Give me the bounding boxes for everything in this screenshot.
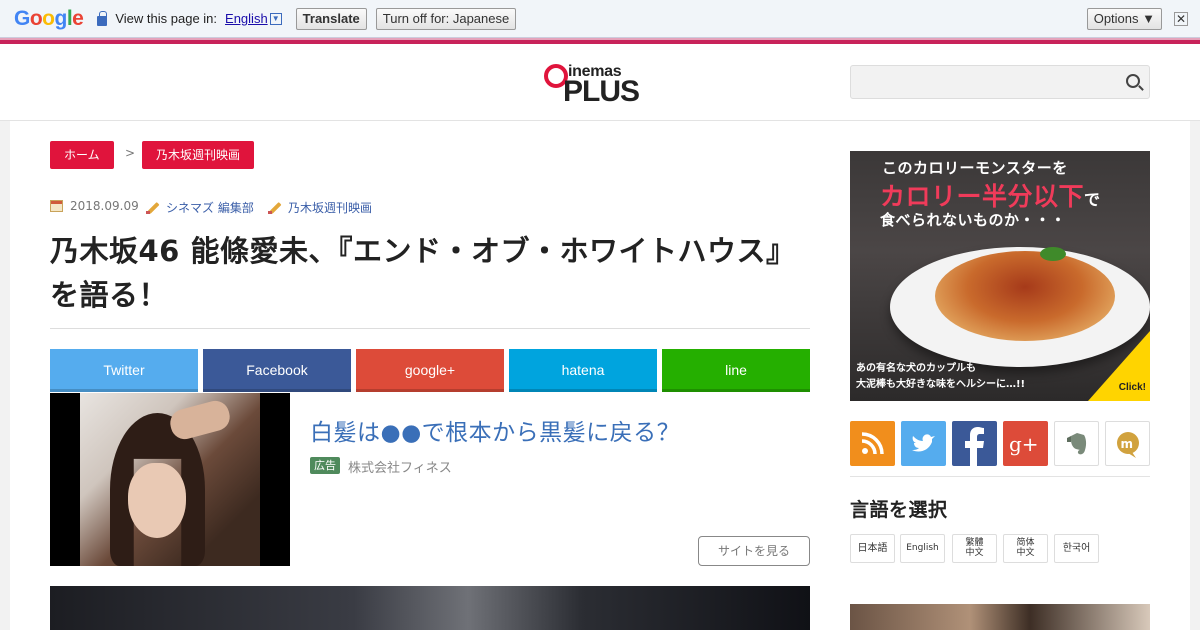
turn-off-button[interactable]: Turn off for: Japanese — [375, 7, 517, 30]
site-header: inemas PLUS — [0, 44, 1200, 121]
banner-caption-2: 大泥棒も大好きな味をヘルシーに…!! — [856, 379, 1026, 390]
logo-plus: PLUS — [563, 75, 640, 108]
calendar-icon — [50, 200, 63, 212]
divider — [50, 328, 810, 329]
facebook-icon[interactable] — [952, 421, 997, 466]
author-link[interactable]: シネマズ 編集部 — [166, 199, 254, 216]
twitter-icon[interactable] — [901, 421, 946, 466]
content-area: ホーム > 乃木坂週刊映画 2018.09.09 シネマズ 編集部 乃木坂週刊映… — [10, 121, 1190, 630]
banner-line-1: このカロリーモンスターを — [882, 159, 1068, 177]
banner-click-label: Click! — [1118, 382, 1146, 393]
share-line-button[interactable]: line — [662, 349, 810, 392]
ad-visit-button[interactable]: サイトを見る — [698, 536, 810, 566]
ad-sponsor: 株式会社フィネス — [348, 461, 452, 476]
language-dropdown-icon[interactable]: ▼ — [269, 12, 282, 25]
site-logo[interactable]: inemas PLUS — [543, 61, 643, 108]
post-author: シネマズ 編集部 — [145, 199, 254, 216]
ad-image[interactable] — [50, 393, 290, 566]
post-category: 乃木坂週刊映画 — [267, 199, 372, 216]
lang-simplified-chinese-label: 简体中文 — [1016, 538, 1035, 558]
share-hatena-button[interactable]: hatena — [509, 349, 657, 392]
lock-icon — [97, 10, 108, 26]
search-icon[interactable] — [1126, 74, 1140, 88]
banner-pasta — [935, 251, 1115, 341]
share-googleplus-button[interactable]: google+ — [356, 349, 504, 392]
share-twitter-button[interactable]: Twitter — [50, 349, 198, 392]
banner-herb — [1040, 247, 1066, 261]
lang-english-button[interactable]: English — [900, 534, 945, 563]
banner-line-3: 食べられないものか・・・ — [880, 211, 1067, 229]
breadcrumb-home[interactable]: ホーム — [50, 141, 114, 169]
translate-button[interactable]: Translate — [295, 7, 367, 30]
lang-simplified-chinese-button[interactable]: 简体中文 — [1003, 534, 1048, 563]
evernote-icon[interactable] — [1054, 421, 1099, 466]
lang-traditional-chinese-button[interactable]: 繁體中文 — [952, 534, 997, 563]
banner-line-2: カロリー半分以下で — [880, 177, 1101, 213]
breadcrumb-category[interactable]: 乃木坂週刊映画 — [142, 141, 255, 169]
svg-text:m: m — [1121, 437, 1134, 451]
lang-traditional-chinese-label: 繁體中文 — [965, 538, 984, 558]
share-facebook-button[interactable]: Facebook — [203, 349, 351, 392]
banner-caption-1: あの有名な犬のカップルも — [856, 363, 976, 374]
mixi-check-icon[interactable]: m — [1105, 421, 1150, 466]
breadcrumb-separator: > — [125, 146, 136, 160]
google-plus-icon[interactable]: g+ — [1003, 421, 1048, 466]
sidebar-article-image[interactable] — [850, 604, 1150, 630]
article-hero-image — [50, 586, 810, 630]
svg-text:g+: g+ — [1009, 432, 1039, 456]
google-logo: Google — [14, 6, 84, 30]
google-translate-bar: Google View this page in: English ▼ Tran… — [0, 0, 1200, 38]
banner-caption: あの有名な犬のカップルも 大泥棒も大好きな味をヘルシーに…!! — [856, 361, 1025, 393]
rss-icon[interactable] — [850, 421, 895, 466]
category-link[interactable]: 乃木坂週刊映画 — [288, 199, 372, 216]
search-input[interactable] — [850, 65, 1150, 99]
ad-title[interactable]: 白髪は●●で根本から黒髪に戻る？ — [310, 413, 680, 447]
pencil-icon — [145, 200, 160, 215]
lang-korean-button[interactable]: 한국어 — [1054, 534, 1099, 563]
ad-badge: 広告 — [310, 457, 340, 474]
banner-line-2-main: カロリー半分以下 — [880, 182, 1085, 211]
sidebar-divider — [850, 476, 1150, 477]
language-link[interactable]: English — [225, 11, 268, 26]
options-button[interactable]: Options ▼ — [1086, 7, 1162, 30]
ad-photo-face — [128, 463, 186, 538]
sidebar-ad-banner[interactable]: このカロリーモンスターを カロリー半分以下で 食べられないものか・・・ あの有名… — [850, 151, 1150, 401]
page-title: 乃木坂46 能條愛未、『エンド・オブ・ホワイトハウス』を語る！ — [50, 234, 781, 312]
lang-japanese-button[interactable]: 日本語 — [850, 534, 895, 563]
banner-line-2-tail: で — [1084, 190, 1101, 209]
language-select-title: 言語を選択 — [850, 499, 948, 521]
close-icon[interactable]: ✕ — [1174, 11, 1188, 26]
post-date: 2018.09.09 — [50, 199, 139, 213]
pencil-icon — [267, 200, 282, 215]
post-date-text: 2018.09.09 — [70, 199, 139, 213]
translate-prompt: View this page in: — [115, 11, 218, 26]
